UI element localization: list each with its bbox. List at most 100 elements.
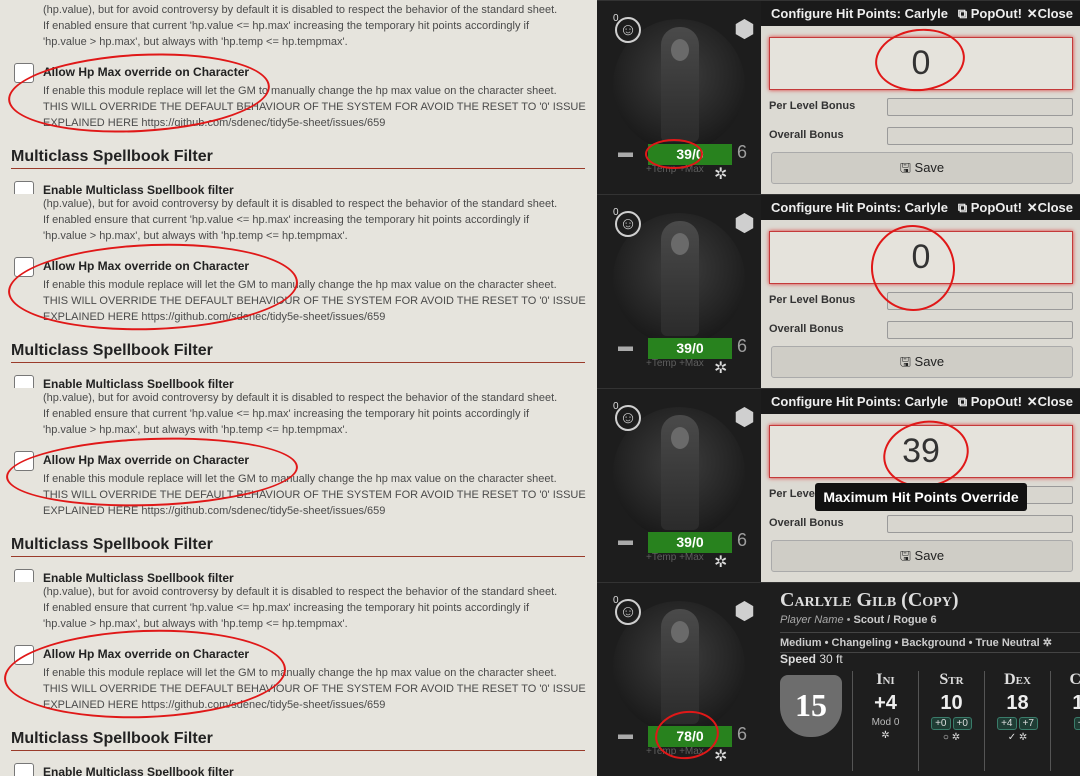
character-face (671, 621, 689, 643)
overall-bonus-input[interactable] (887, 321, 1073, 339)
stat-badge[interactable]: +0 (952, 717, 972, 730)
spellbook-checkbox[interactable] (14, 375, 34, 388)
smiley-icon[interactable]: ☺ (615, 405, 641, 431)
configure-hp-dialog: Configure Hit Points: Carlyle ⧉ PopOut! … (761, 195, 1080, 388)
stat-badges: +0 +0 (919, 717, 984, 730)
spellbook-checkbox-label: Enable Multiclass Spellbook filter (43, 183, 234, 194)
spellbook-checkbox[interactable] (14, 569, 34, 582)
hint-line: If enabled ensure that current 'hp.value… (43, 408, 530, 420)
overall-bonus-input[interactable] (887, 515, 1073, 533)
bed-icon[interactable]: ▬ (618, 144, 633, 161)
hint-line: (hp.value), but for avoid controversy by… (43, 198, 558, 210)
hint-line: If enabled ensure that current 'hp.value… (43, 602, 530, 614)
d20-icon[interactable]: ⬢ (734, 209, 755, 238)
popout-button[interactable]: ⧉ PopOut! (958, 1, 1022, 26)
close-button[interactable]: ✕Close (1027, 389, 1073, 414)
armor-class-shield[interactable]: 15 (780, 675, 842, 737)
smiley-icon[interactable]: ☺ (615, 17, 641, 43)
stat-badge[interactable]: +4 (997, 717, 1017, 730)
proficiency-icon[interactable]: ○ (1051, 732, 1080, 743)
save-label: Save (914, 354, 945, 369)
stat-str[interactable]: Str 10 +0 +0 ○ ✲ (918, 671, 984, 771)
hint-line: (hp.value), but for avoid controversy by… (43, 586, 558, 598)
settings-section: (hp.value), but for avoid controversy by… (0, 388, 597, 582)
spellbook-checkbox-label: Enable Multiclass Spellbook filter (43, 377, 234, 388)
stat-badge[interactable]: +1 (1073, 717, 1080, 730)
close-button[interactable]: ✕Close (1027, 195, 1073, 220)
level-indicator: 6 (737, 724, 748, 744)
hint-line: 'hp.value > hp.max', but always with 'hp… (43, 424, 348, 436)
character-sheet: Carlyle Gilb (Copy) Player Name • Scout … (770, 583, 1080, 776)
bed-icon[interactable]: ▬ (618, 338, 633, 355)
section-title: Multiclass Spellbook Filter (11, 342, 585, 363)
player-info: Player Name • Scout / Rogue 6 (780, 614, 937, 626)
d20-icon[interactable]: ⬢ (734, 15, 755, 44)
stat-value: 10 (940, 692, 963, 714)
save-button[interactable]: 🖫 Save (771, 346, 1073, 378)
temp-hp-label: +Temp +Max (646, 358, 704, 369)
bed-icon[interactable]: ▬ (618, 532, 633, 549)
alignment[interactable]: True Neutral (976, 637, 1040, 649)
gear-icon[interactable]: ✲ (714, 358, 727, 378)
smiley-icon[interactable]: ☺ (615, 211, 641, 237)
annotation-circle (645, 139, 703, 169)
stat-badge[interactable]: +0 (931, 717, 951, 730)
bed-icon[interactable]: ▬ (618, 726, 633, 743)
overall-bonus-input[interactable] (887, 127, 1073, 145)
popout-label: PopOut! (970, 200, 1022, 215)
speed-row: Speed 30 ft (780, 652, 843, 666)
d20-icon[interactable]: ⬢ (734, 597, 755, 626)
save-button[interactable]: 🖫 Save (771, 152, 1073, 184)
per-level-bonus-input[interactable] (887, 98, 1073, 116)
hint-line: If enabled ensure that current 'hp.value… (43, 214, 530, 226)
race[interactable]: Changeling (832, 637, 892, 649)
hint-line: (hp.value), but for avoid controversy by… (43, 392, 558, 404)
spellbook-checkbox[interactable] (14, 763, 34, 776)
hp-bar[interactable]: 39/0 (648, 338, 732, 359)
gear-icon[interactable]: ✲ (853, 730, 918, 741)
stat-name: Con (1069, 671, 1080, 688)
smiley-icon[interactable]: ☺ (615, 599, 641, 625)
gear-icon[interactable]: ✲ (714, 552, 727, 572)
popout-button[interactable]: ⧉ PopOut! (958, 195, 1022, 220)
gear-icon[interactable]: ✲ (714, 164, 727, 184)
per-level-bonus-label: Per Level Bonus (769, 294, 856, 306)
proficiency-icon[interactable]: ✓ ✲ (985, 732, 1050, 743)
stat-dex[interactable]: Dex 18 +4 +7 ✓ ✲ (984, 671, 1050, 771)
background[interactable]: Background (901, 637, 965, 649)
speed-value[interactable]: 30 ft (819, 652, 842, 666)
stat-con[interactable]: Con 13 +1 ○ (1050, 671, 1080, 771)
close-button[interactable]: ✕Close (1027, 1, 1073, 26)
stat-value: 13 (1051, 692, 1080, 715)
override-tooltip: Maximum Hit Points Override (815, 483, 1027, 511)
hint-line: 'hp.value > hp.max', but always with 'hp… (43, 36, 348, 48)
size[interactable]: Medium (780, 637, 822, 649)
stat-initiative[interactable]: Ini +4 Mod 0 ✲ (852, 671, 918, 771)
stat-value: +4 (874, 692, 897, 714)
hp-bar[interactable]: 39/0 (648, 532, 732, 553)
player-label[interactable]: Player Name (780, 614, 844, 626)
popout-label: PopOut! (970, 6, 1022, 21)
d20-icon[interactable]: ⬢ (734, 403, 755, 432)
close-label: Close (1037, 394, 1073, 409)
character-name[interactable]: Carlyle Gilb (Copy) (780, 589, 959, 612)
character-face (671, 233, 689, 255)
character-face (671, 39, 689, 61)
level-indicator: 6 (737, 336, 748, 356)
token-card: 0 ☺ ⬢ ▬ 78/0 6 +Temp +Max ✲ Carlyle Gilb… (597, 582, 1080, 776)
proficiency-icon[interactable]: ○ ✲ (919, 732, 984, 743)
stat-badge[interactable]: +7 (1018, 717, 1038, 730)
gear-icon[interactable]: ✲ (714, 746, 727, 766)
settings-section: (hp.value), but for avoid controversy by… (0, 194, 597, 388)
spellbook-checkbox-label: Enable Multiclass Spellbook filter (43, 765, 234, 776)
section-title: Multiclass Spellbook Filter (11, 148, 585, 169)
stat-name: Str (939, 671, 964, 688)
gear-icon[interactable]: ✲ (1043, 637, 1052, 649)
hint-line: 'hp.value > hp.max', but always with 'hp… (43, 230, 348, 242)
close-label: Close (1037, 200, 1073, 215)
save-button[interactable]: 🖫 Save (771, 540, 1073, 572)
spellbook-checkbox[interactable] (14, 181, 34, 194)
popout-button[interactable]: ⧉ PopOut! (958, 389, 1022, 414)
hint-line: EXPLAINED HERE https://github.com/sdenec… (43, 505, 386, 517)
settings-section: (hp.value), but for avoid controversy by… (0, 582, 597, 776)
